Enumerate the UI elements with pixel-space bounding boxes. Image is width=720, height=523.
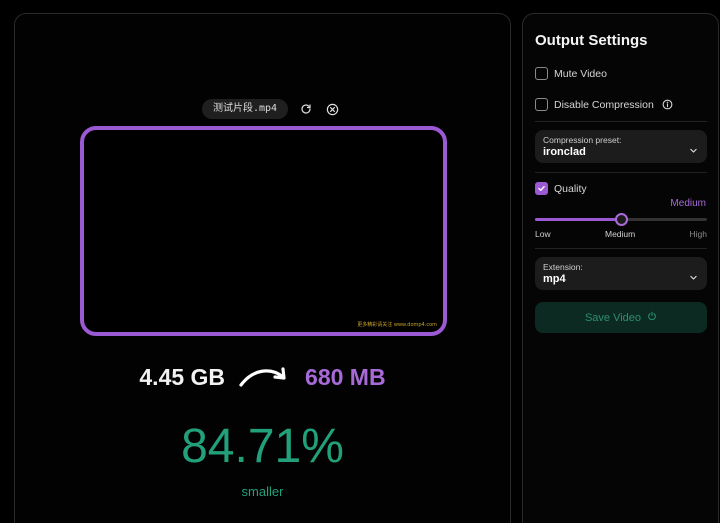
reduction-percent: 84.71% bbox=[181, 420, 344, 473]
mute-video-label: Mute Video bbox=[554, 67, 607, 80]
chevron-down-icon bbox=[689, 269, 698, 280]
mute-video-option[interactable]: Mute Video bbox=[535, 67, 607, 80]
save-video-label: Save Video bbox=[584, 311, 642, 324]
original-size: 4.45 GB bbox=[139, 364, 226, 390]
extension-label: Extension: bbox=[543, 262, 583, 272]
settings-panel: Output Settings Mute Video Disable Compr… bbox=[522, 13, 719, 523]
size-comparison: 4.45 GB 680 MB bbox=[15, 364, 510, 391]
disable-compression-option[interactable]: Disable Compression bbox=[535, 98, 673, 111]
settings-title: Output Settings bbox=[535, 32, 648, 49]
divider bbox=[535, 172, 707, 173]
video-preview[interactable]: 更多精彩请关注 www.domp4.com bbox=[80, 126, 447, 336]
divider bbox=[535, 121, 707, 122]
reload-icon[interactable] bbox=[298, 101, 314, 117]
close-icon[interactable] bbox=[324, 101, 340, 117]
reduction-label: smaller bbox=[241, 484, 284, 499]
quality-slider-fill bbox=[535, 218, 621, 221]
quality-low-label: Low bbox=[535, 229, 551, 239]
disable-compression-label: Disable Compression bbox=[554, 98, 654, 111]
preview-panel: 测试片段.mp4 更多精彩请关注 www.domp4.com 4.45 GB 6… bbox=[14, 13, 511, 523]
file-name-chip: 测试片段.mp4 bbox=[202, 99, 289, 119]
curved-arrow-icon bbox=[237, 365, 293, 391]
quality-slider[interactable] bbox=[535, 213, 707, 226]
quality-high-label: High bbox=[689, 229, 707, 239]
mute-video-checkbox[interactable] bbox=[535, 67, 548, 80]
check-icon bbox=[538, 185, 545, 192]
compression-preset-label: Compression preset: bbox=[543, 135, 622, 145]
quality-slider-thumb[interactable] bbox=[615, 213, 628, 226]
chevron-down-icon bbox=[689, 142, 698, 153]
video-watermark: 更多精彩请关注 www.domp4.com bbox=[357, 322, 437, 328]
power-icon bbox=[647, 311, 657, 324]
divider bbox=[535, 248, 707, 249]
extension-value: mp4 bbox=[543, 273, 566, 285]
quality-option[interactable]: Quality bbox=[535, 182, 587, 195]
quality-label: Quality bbox=[554, 182, 587, 195]
info-icon[interactable] bbox=[662, 99, 673, 110]
compression-preset-value: ironclad bbox=[543, 146, 586, 158]
file-bar: 测试片段.mp4 bbox=[202, 98, 340, 120]
compression-preset-select[interactable]: Compression preset: ironclad bbox=[535, 130, 707, 163]
save-video-button[interactable]: Save Video bbox=[535, 302, 707, 333]
extension-select[interactable]: Extension: mp4 bbox=[535, 257, 707, 290]
quality-checkbox[interactable] bbox=[535, 182, 548, 195]
quality-current-value: Medium bbox=[670, 198, 706, 209]
compressed-size: 680 MB bbox=[305, 364, 386, 390]
quality-medium-label: Medium bbox=[605, 229, 636, 239]
disable-compression-checkbox[interactable] bbox=[535, 98, 548, 111]
